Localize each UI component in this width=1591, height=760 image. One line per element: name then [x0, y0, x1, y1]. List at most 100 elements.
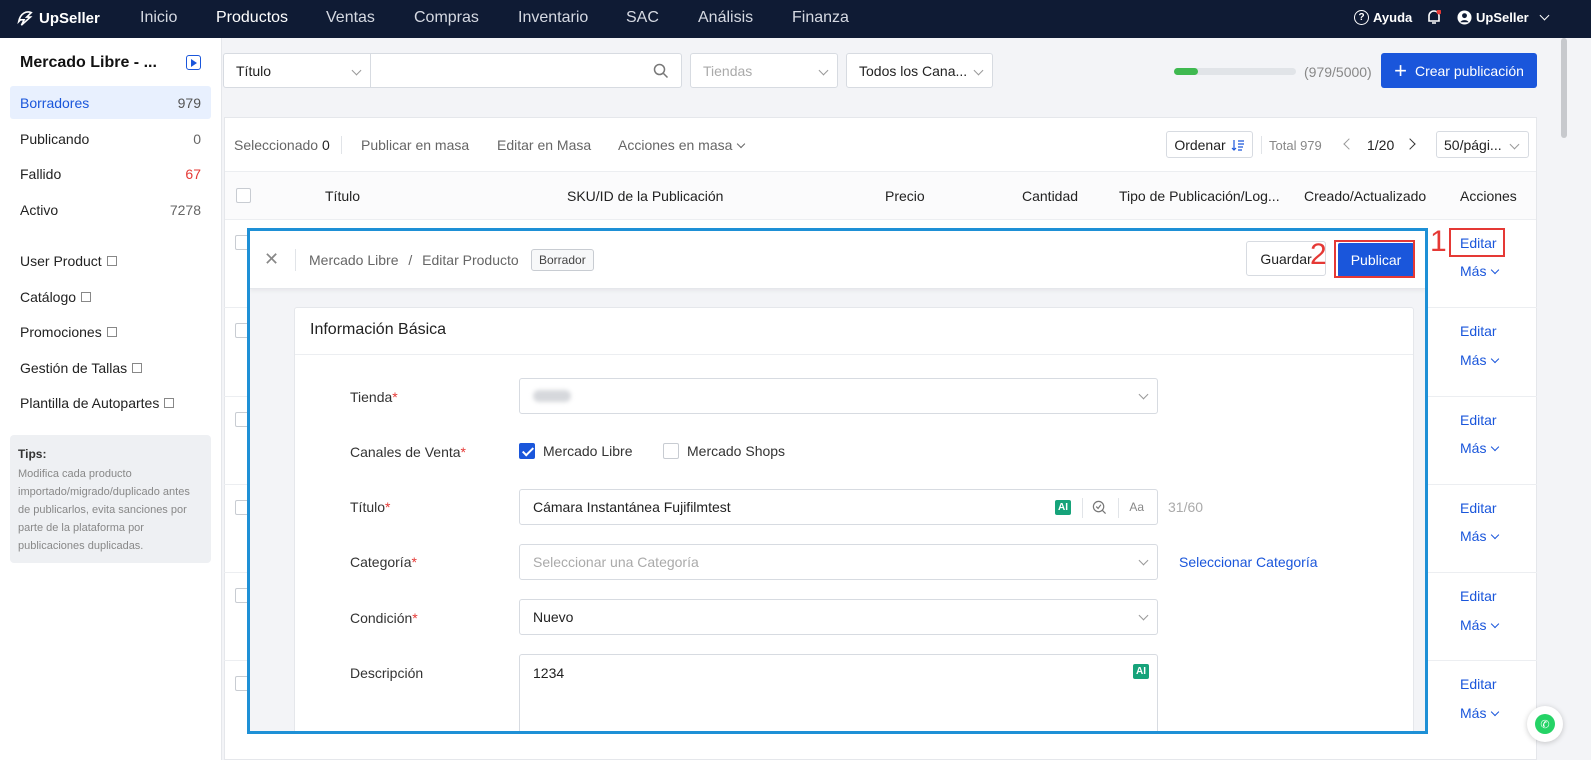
page-size-select[interactable]: 50/pági... — [1436, 131, 1529, 158]
notifications-button[interactable] — [1427, 10, 1441, 25]
row-more-dropdown[interactable]: Más — [1460, 352, 1500, 368]
required-mark: * — [460, 444, 466, 460]
channel-select[interactable]: Todos los Cana... — [846, 53, 993, 88]
chevron-down-icon — [1491, 707, 1500, 717]
text-case-icon[interactable]: Aa — [1129, 500, 1144, 514]
col-header-title[interactable]: Título — [325, 188, 360, 204]
row-more-dropdown[interactable]: Más — [1460, 705, 1500, 721]
brand-logo[interactable]: UpSeller — [16, 9, 100, 27]
chevron-down-icon — [1509, 139, 1520, 150]
next-page-icon[interactable] — [1404, 138, 1416, 150]
channels-field-label: Canales de Venta* — [350, 444, 466, 460]
breadcrumb: Mercado Libre / Editar Producto — [309, 252, 519, 268]
whatsapp-chat-button[interactable]: ✆ — [1527, 706, 1563, 742]
sidebar-item-borradores[interactable]: Borradores 979 — [10, 86, 211, 119]
title-label-text: Título — [350, 499, 386, 515]
plus-icon: + — [1394, 57, 1407, 83]
sidebar-item-activo[interactable]: Activo 7278 — [10, 193, 211, 226]
bulk-actions-label: Acciones en masa — [618, 137, 733, 153]
nav-ventas[interactable]: Ventas — [326, 9, 375, 27]
nav-inventario[interactable]: Inventario — [518, 9, 588, 27]
chevron-down-icon — [1491, 354, 1500, 364]
category-placeholder: Seleccionar una Categoría — [533, 554, 699, 570]
bulk-edit-button[interactable]: Editar en Masa — [497, 137, 591, 153]
user-menu[interactable]: UpSeller — [1457, 10, 1550, 25]
col-header-actions: Acciones — [1460, 188, 1517, 204]
external-link-icon — [106, 256, 117, 266]
row-more-dropdown[interactable]: Más — [1460, 528, 1500, 544]
zoom-check-icon[interactable] — [1092, 500, 1107, 515]
close-icon[interactable]: ✕ — [264, 249, 279, 270]
checkbox-checked — [519, 443, 535, 459]
ai-generate-icon[interactable]: AI — [1133, 664, 1149, 679]
store-select[interactable]: Tiendas — [690, 53, 838, 88]
sidebar-item-count: 7278 — [169, 201, 201, 218]
sidebar-link-plantilla-autopartes[interactable]: Plantilla de Autopartes — [20, 395, 175, 411]
row-edit-link[interactable]: Editar — [1460, 676, 1497, 692]
channel-mercado-shops-checkbox[interactable]: Mercado Shops — [663, 443, 785, 459]
channel-label: Mercado Libre — [543, 443, 633, 459]
row-edit-link[interactable]: Editar — [1460, 500, 1497, 516]
store-select[interactable] — [519, 378, 1158, 414]
sidebar-link-label: Promociones — [20, 324, 102, 340]
select-category-link[interactable]: Seleccionar Categoría — [1179, 554, 1318, 570]
nav-analisis[interactable]: Análisis — [698, 9, 753, 27]
sidebar-item-label: Fallido — [20, 165, 62, 182]
nav-inicio[interactable]: Inicio — [140, 9, 177, 27]
row-more-dropdown[interactable]: Más — [1460, 263, 1500, 279]
nav-sac[interactable]: SAC — [626, 9, 659, 27]
required-mark: * — [385, 499, 391, 515]
sort-button[interactable]: Ordenar — [1166, 131, 1253, 158]
col-header-sku: SKU/ID de la Publicación — [567, 188, 724, 204]
prev-page-icon[interactable] — [1343, 138, 1355, 150]
nav-compras[interactable]: Compras — [414, 9, 479, 27]
sidebar-item-publicando[interactable]: Publicando 0 — [10, 122, 211, 155]
sidebar-link-promociones[interactable]: Promociones — [20, 324, 117, 340]
row-more-label: Más — [1460, 263, 1487, 279]
status-badge: Borrador — [531, 249, 594, 271]
tips-text: Modifica cada producto importado/migrado… — [18, 468, 190, 552]
section-title: Información Básica — [310, 321, 447, 338]
col-header-created: Creado/Actualizado — [1304, 188, 1427, 204]
sidebar-link-user-product[interactable]: User Product — [20, 253, 117, 269]
row-more-dropdown[interactable]: Más — [1460, 617, 1500, 633]
ai-generate-icon[interactable]: AI — [1055, 500, 1071, 515]
sidebar-item-fallido[interactable]: Fallido 67 — [10, 157, 211, 190]
condition-select[interactable]: Nuevo — [519, 599, 1158, 635]
store-field-label: Tienda* — [350, 389, 398, 405]
description-textarea[interactable]: 1234 AI — [519, 654, 1158, 731]
bulk-publish-button[interactable]: Publicar en masa — [361, 137, 469, 153]
search-icon[interactable] — [653, 63, 669, 79]
nav-finanza[interactable]: Finanza — [792, 9, 849, 27]
sidebar-title[interactable]: Mercado Libre - ... — [20, 54, 157, 72]
breadcrumb-root[interactable]: Mercado Libre — [309, 252, 399, 268]
col-header-listing-type: Tipo de Publicación/Log... — [1119, 188, 1280, 204]
nav-productos[interactable]: Productos — [216, 9, 288, 27]
page-scrollbar[interactable] — [1561, 38, 1567, 138]
channel-mercado-libre-checkbox[interactable]: Mercado Libre — [519, 443, 633, 459]
help-link[interactable]: ? Ayuda — [1354, 10, 1412, 25]
title-input[interactable]: Cámara Instantánea Fujifilmtest AI Aa — [519, 489, 1158, 525]
quota-progress-bar — [1174, 68, 1296, 75]
page-size-value: 50/pági... — [1444, 136, 1502, 153]
sidebar-item-label: Borradores — [20, 94, 90, 111]
select-all-checkbox[interactable] — [236, 188, 251, 203]
row-edit-link[interactable]: Editar — [1460, 323, 1497, 339]
search-input[interactable] — [370, 53, 682, 88]
row-edit-link[interactable]: Editar — [1460, 412, 1497, 428]
sidebar-link-catalogo[interactable]: Catálogo — [20, 289, 92, 305]
create-listing-button[interactable]: + Crear publicación — [1381, 53, 1537, 88]
video-tutorial-icon[interactable] — [186, 55, 201, 70]
row-more-dropdown[interactable]: Más — [1460, 440, 1500, 456]
category-select[interactable]: Seleccionar una Categoría — [519, 544, 1158, 580]
condition-value: Nuevo — [533, 609, 574, 625]
search-field-value: Título — [236, 62, 272, 79]
sidebar-item-label: Publicando — [20, 130, 90, 147]
search-field-select[interactable]: Título — [223, 53, 371, 88]
annotation-step-1: 1 — [1430, 225, 1447, 258]
sidebar-link-gestion-tallas[interactable]: Gestión de Tallas — [20, 360, 143, 376]
brand-name: UpSeller — [39, 9, 100, 27]
bulk-actions-dropdown[interactable]: Acciones en masa — [618, 137, 746, 153]
row-edit-link[interactable]: Editar — [1460, 588, 1497, 604]
header-divider — [295, 249, 296, 271]
